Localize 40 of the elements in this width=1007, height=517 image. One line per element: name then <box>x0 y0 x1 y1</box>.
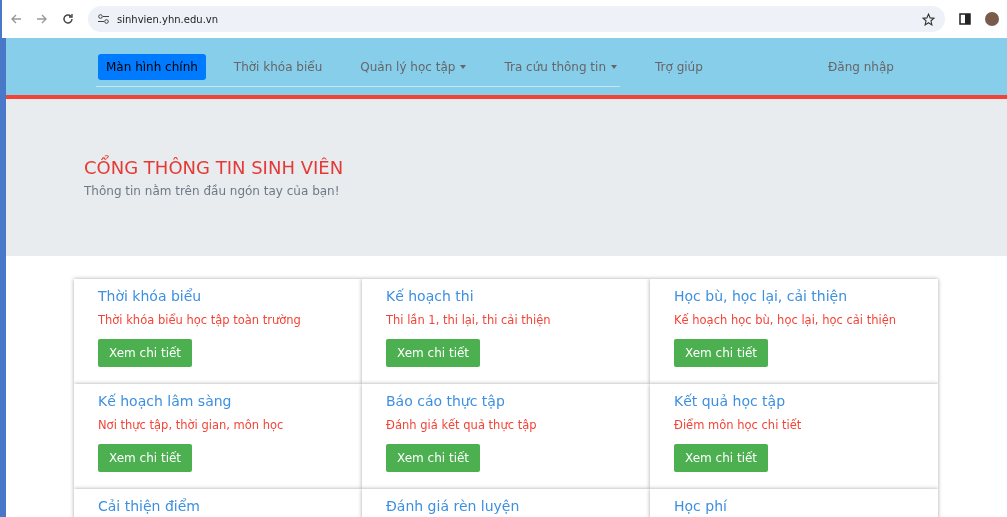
caret-icon <box>460 65 467 69</box>
back-arrow-icon[interactable] <box>10 13 22 25</box>
nav-link[interactable]: Trợ giúp <box>647 53 711 80</box>
details-button[interactable]: Xem chi tiết <box>98 339 193 367</box>
nav-link[interactable]: Thời khóa biểu <box>225 53 331 80</box>
card-title[interactable]: Đánh giá rèn luyện <box>386 498 626 514</box>
details-button[interactable]: Xem chi tiết <box>98 444 193 472</box>
details-button[interactable]: Xem chi tiết <box>674 339 769 367</box>
nav-link[interactable]: Màn hình chính <box>98 53 206 80</box>
address-bar[interactable]: sinhvien.yhn.edu.vn <box>88 6 945 32</box>
card-title[interactable]: Kế hoạch thi <box>386 288 626 304</box>
nav-link[interactable]: Quản lý học tập <box>352 53 475 80</box>
side-panel-icon[interactable] <box>959 13 971 25</box>
card-description: Thi lần 1, thi lại, thi cải thiện <box>386 313 552 327</box>
card-title[interactable]: Kết quả học tập <box>674 393 914 409</box>
card-description: Nơi thực tập, thời gian, môn học <box>98 418 285 432</box>
reload-icon[interactable] <box>62 13 74 25</box>
card-title[interactable]: Học bù, học lại, cải thiện <box>674 288 914 304</box>
card-description: Kế hoạch học bù, học lại, học cải thiện <box>674 313 898 327</box>
card-title[interactable]: Học phí <box>674 498 914 514</box>
card-title[interactable]: Thời khóa biểu <box>98 288 338 304</box>
hero-subtitle: Thông tin nằm trên đầu ngón tay của bạn! <box>84 184 341 198</box>
details-button[interactable]: Xem chi tiết <box>386 339 481 367</box>
url-text: sinhvien.yhn.edu.vn <box>117 13 220 25</box>
details-button[interactable]: Xem chi tiết <box>386 444 481 472</box>
card-title[interactable]: Báo cáo thực tập <box>386 393 626 409</box>
login-link[interactable]: Đăng nhập <box>820 53 902 80</box>
card-description: Điểm môn học chi tiết <box>674 418 803 432</box>
caret-icon <box>611 65 617 69</box>
card-title[interactable]: Cải thiện điểm <box>98 498 338 514</box>
profile-avatar[interactable] <box>985 12 999 26</box>
site-settings-icon[interactable] <box>98 14 109 24</box>
card-description: Thời khóa biểu học tập toàn trường <box>98 313 302 327</box>
nav-link[interactable]: Tra cứu thông tin <box>496 53 625 80</box>
card-title[interactable]: Kế hoạch lâm sàng <box>98 393 338 409</box>
details-button[interactable]: Xem chi tiết <box>674 444 769 472</box>
star-icon[interactable] <box>922 12 935 26</box>
card-description: Đánh giá kết quả thực tập <box>386 418 538 432</box>
hero-title: CỔNG THÔNG TIN SINH VIÊN <box>84 157 345 178</box>
forward-arrow-icon[interactable] <box>36 13 48 25</box>
